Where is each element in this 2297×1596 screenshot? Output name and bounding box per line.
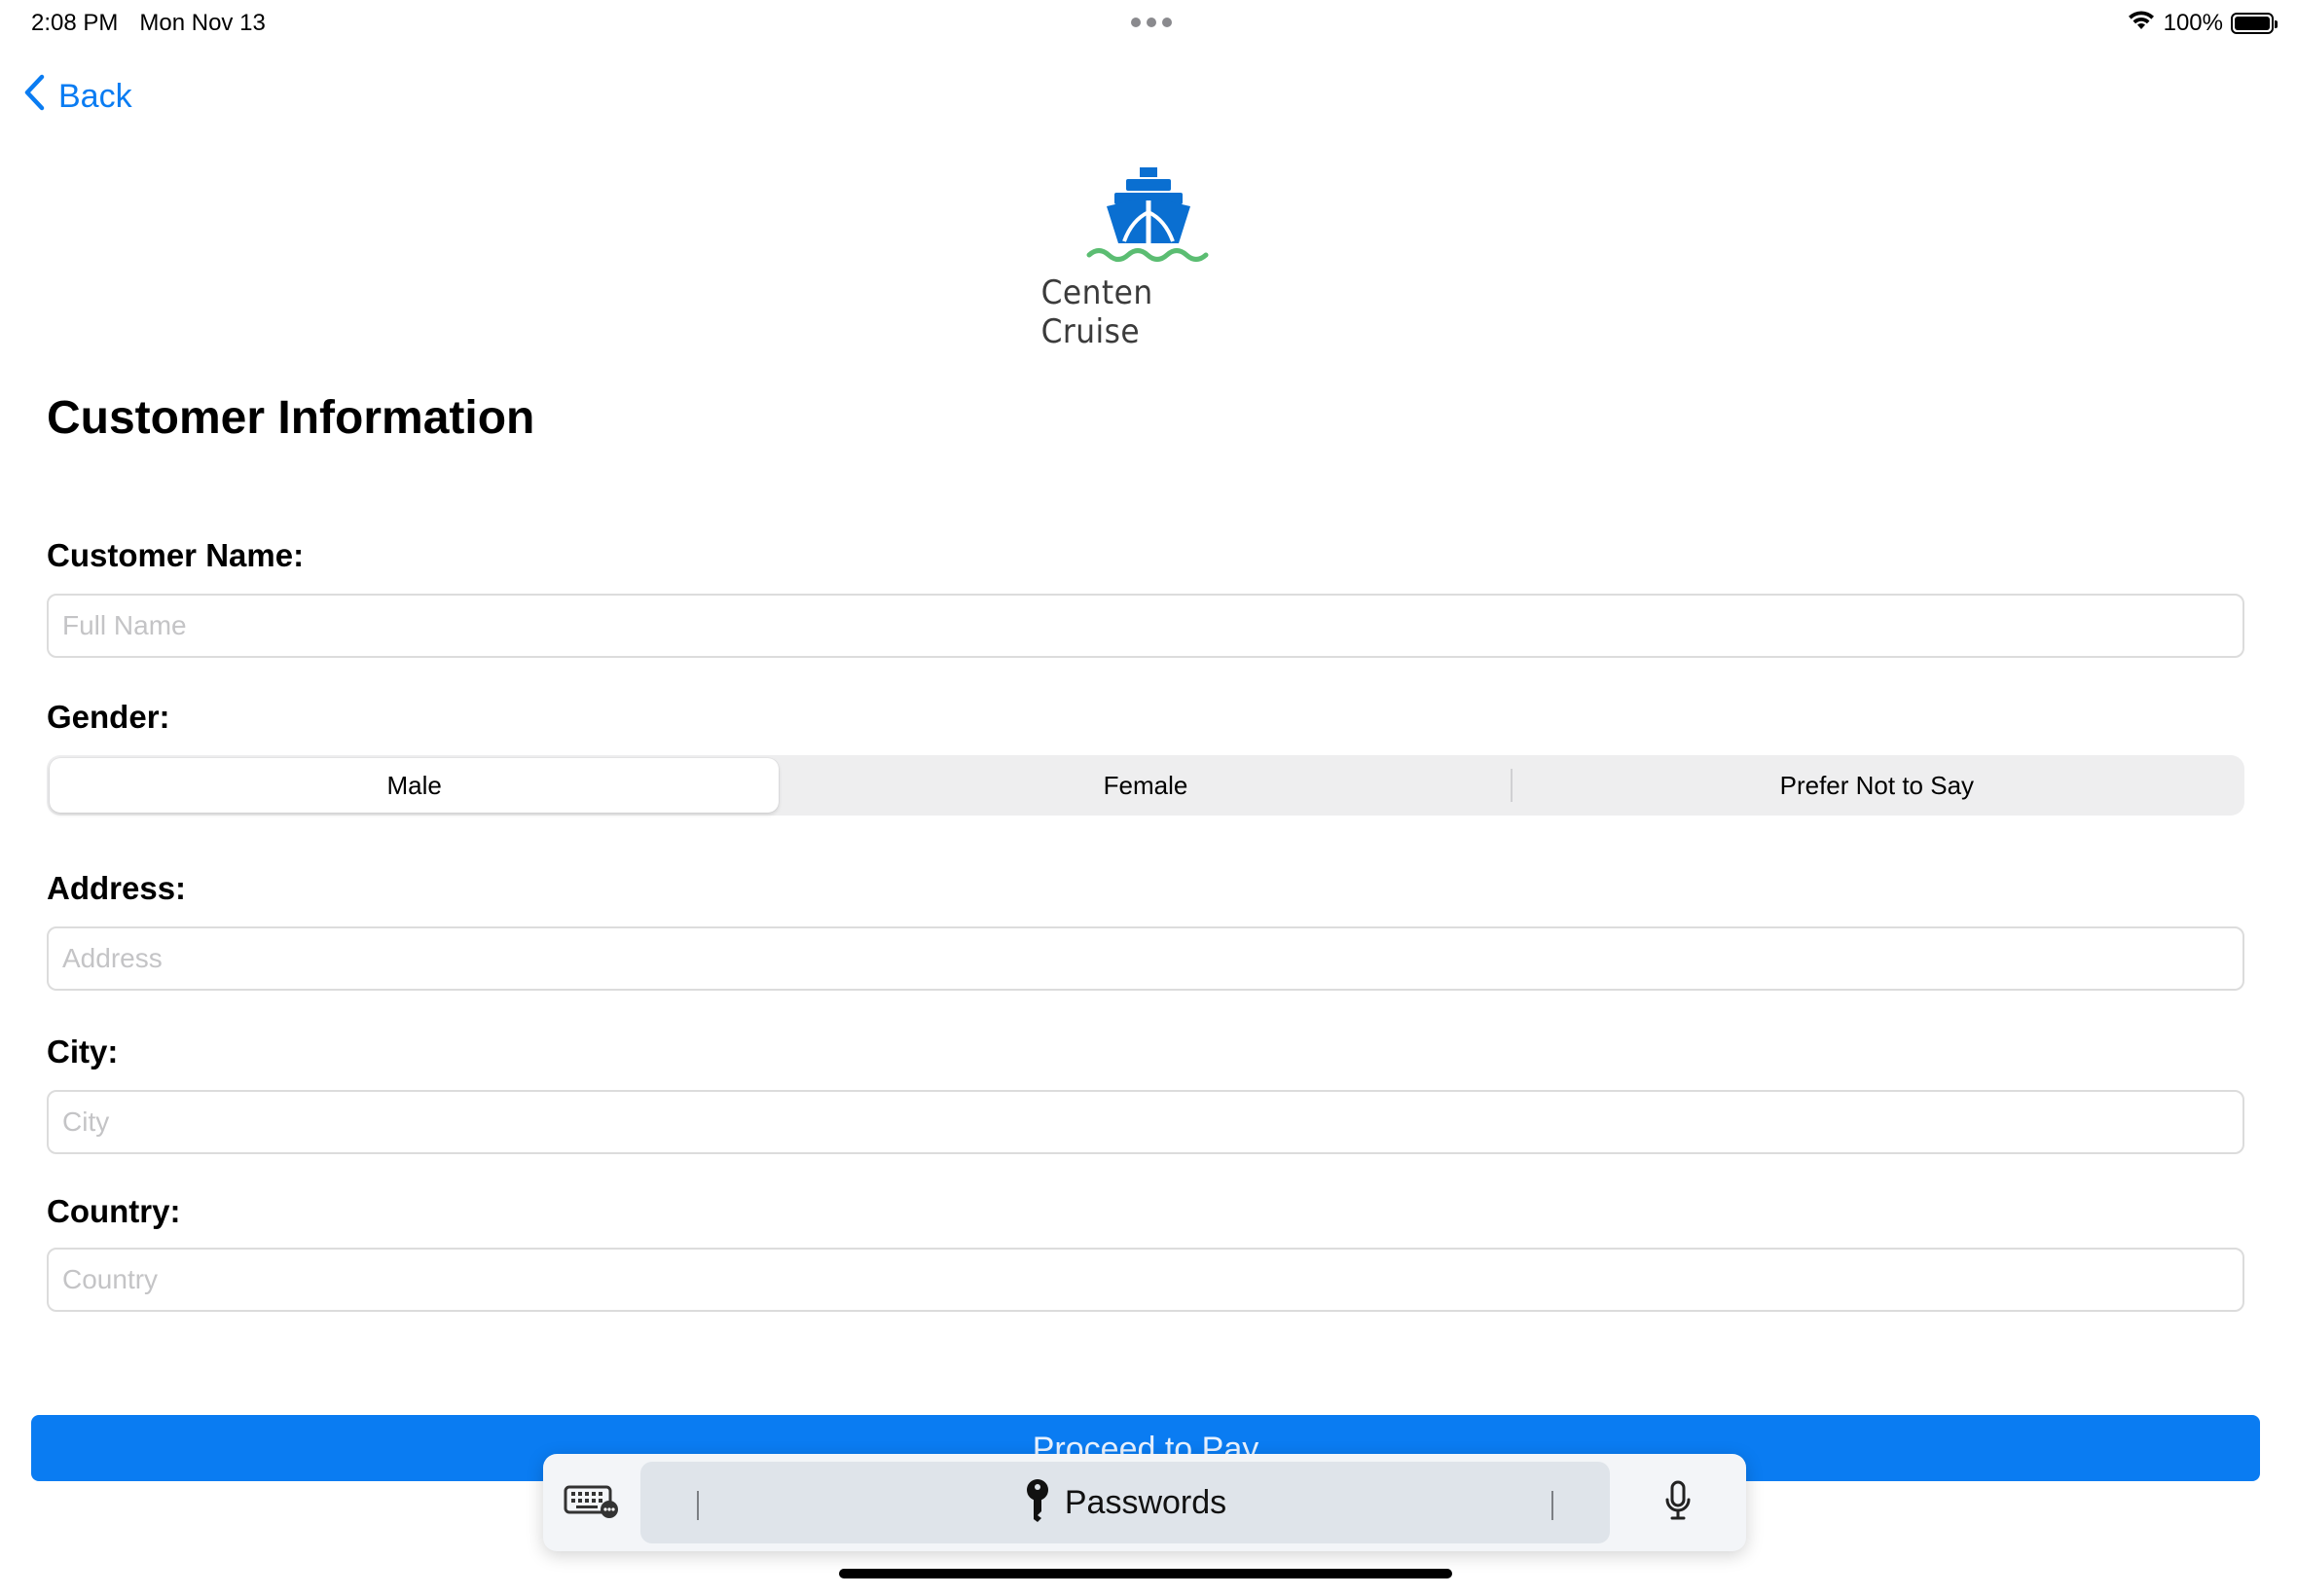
wifi-icon [2127, 9, 2156, 39]
dictation-button[interactable] [1610, 1454, 1746, 1551]
logo-text: Centen Cruise [1040, 273, 1153, 351]
dot [1162, 18, 1172, 27]
pill-separator [1551, 1491, 1553, 1520]
screen: 2:08 PM Mon Nov 13 100% Back Centen Crui… [0, 0, 2297, 1596]
keyboard-shortcut-bar: Passwords [543, 1454, 1746, 1551]
keyboard-toggle-button[interactable] [543, 1454, 640, 1551]
chevron-left-icon [23, 74, 45, 120]
status-bar-left: 2:08 PM Mon Nov 13 [31, 8, 266, 39]
gender-option-female[interactable]: Female [781, 758, 1510, 813]
passwords-button[interactable]: Passwords [640, 1462, 1610, 1543]
country-label: Country: [47, 1193, 181, 1229]
passwords-label: Passwords [1064, 1483, 1227, 1521]
microphone-icon [1664, 1480, 1692, 1526]
status-time: 2:08 PM [31, 10, 119, 36]
city-input[interactable] [47, 1090, 2244, 1154]
key-icon [1024, 1478, 1051, 1528]
battery-percent: 100% [2163, 10, 2223, 36]
city-label: City: [47, 1034, 119, 1070]
battery-icon [2231, 13, 2278, 34]
multitasking-dots[interactable] [1131, 18, 1172, 27]
page-title: Customer Information [47, 392, 535, 444]
app-logo: Centen Cruise [1032, 165, 1265, 351]
country-input[interactable] [47, 1248, 2244, 1312]
customer-name-input[interactable] [47, 594, 2244, 658]
pill-separator [697, 1491, 699, 1520]
home-indicator[interactable] [839, 1569, 1452, 1578]
customer-name-label: Customer Name: [47, 537, 305, 573]
back-button[interactable]: Back [23, 72, 132, 121]
ship-icon [1085, 165, 1212, 268]
address-input[interactable] [47, 926, 2244, 991]
gender-option-prefer-not-to-say[interactable]: Prefer Not to Say [1513, 758, 2242, 813]
gender-segmented-control: Male Female Prefer Not to Say [47, 755, 2244, 816]
keyboard-icon [564, 1483, 620, 1523]
status-bar-right: 100% [2127, 8, 2278, 39]
status-date: Mon Nov 13 [139, 10, 266, 36]
address-label: Address: [47, 870, 187, 906]
dot [1147, 18, 1156, 27]
battery-level [2235, 17, 2270, 30]
back-label: Back [58, 77, 132, 115]
dot [1131, 18, 1141, 27]
gender-option-male[interactable]: Male [50, 758, 780, 813]
gender-label: Gender: [47, 699, 170, 735]
